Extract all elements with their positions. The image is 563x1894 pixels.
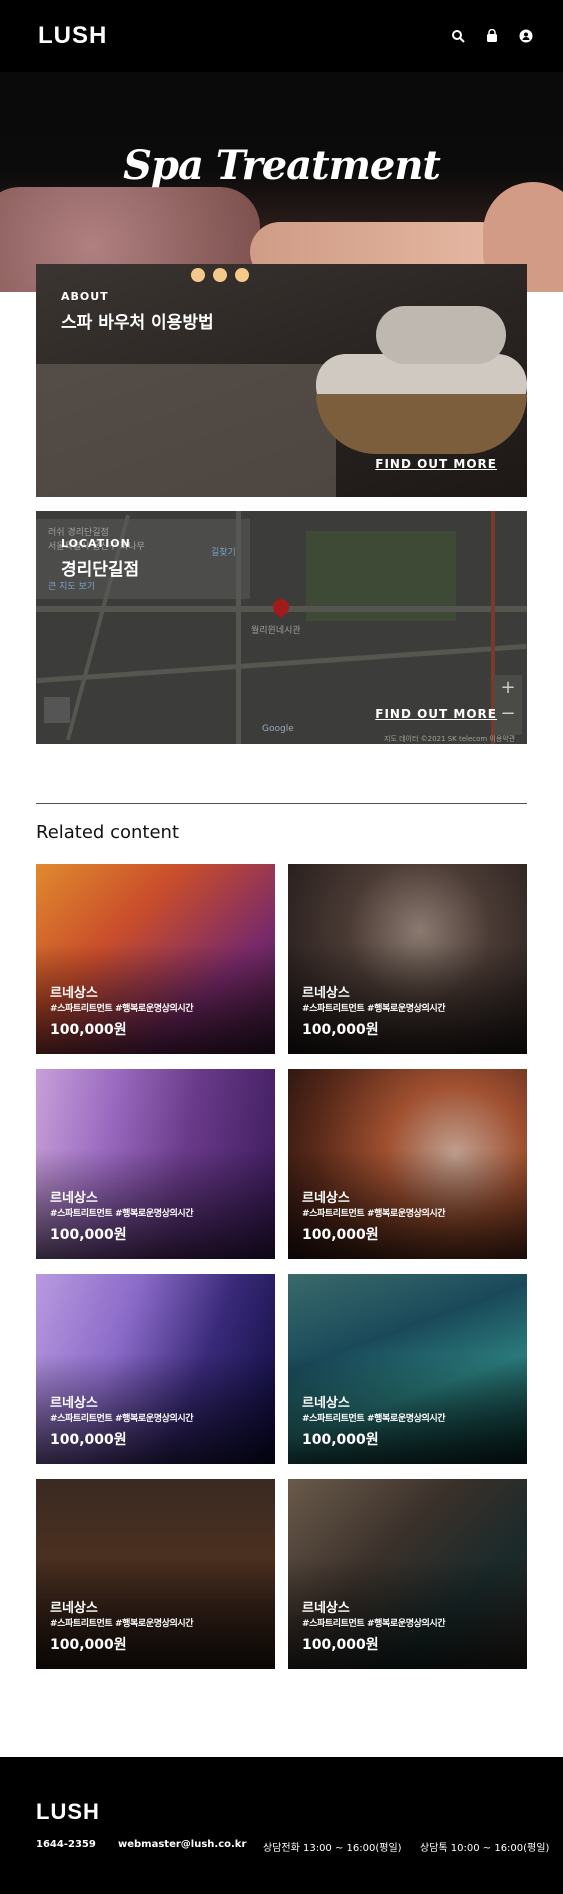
related-card[interactable]: 르네상스 #스파트리트먼트 #행복로운명상의시간 100,000원 <box>36 1274 275 1464</box>
card-tags: #스파트리트먼트 #행복로운명상의시간 <box>302 1414 446 1424</box>
footer-phone: 1644-2359 <box>36 1839 96 1850</box>
hero-banner: Spa Treatment <box>0 72 563 292</box>
card-name: 르네상스 <box>50 1396 98 1411</box>
site-header: LUSH <box>0 0 563 72</box>
related-card[interactable]: 르네상스 #스파트리트먼트 #행복로운명상의시간 100,000원 <box>288 864 527 1054</box>
card-price: 100,000원 <box>302 1022 379 1038</box>
map-larger-map-link[interactable]: 큰 지도 보기 <box>48 579 95 592</box>
card-title: 경리단길점 <box>61 560 140 580</box>
card-price: 100,000원 <box>50 1022 127 1038</box>
map-satellite-thumbnail[interactable] <box>44 697 70 723</box>
card-tags: #스파트리트먼트 #행복로운명상의시간 <box>50 1414 194 1424</box>
card-price: 100,000원 <box>302 1432 379 1448</box>
zoom-in-icon[interactable]: + <box>494 675 522 701</box>
search-icon[interactable] <box>451 28 465 43</box>
footer-consult-chat: 상담톡 10:00 ~ 16:00(평일) <box>420 1843 550 1854</box>
map-road <box>36 643 527 684</box>
card-price: 100,000원 <box>302 1227 379 1243</box>
related-card[interactable]: 르네상스 #스파트리트먼트 #행복로운명상의시간 100,000원 <box>36 864 275 1054</box>
map-pin-icon[interactable] <box>269 595 293 619</box>
card-tags: #스파트리트먼트 #행복로운명상의시간 <box>50 1004 194 1014</box>
footer-email[interactable]: webmaster@lush.co.kr <box>118 1839 246 1850</box>
card-name: 르네상스 <box>302 986 350 1001</box>
card-name: 르네상스 <box>302 1396 350 1411</box>
related-card[interactable]: 르네상스 #스파트리트먼트 #행복로운명상의시간 100,000원 <box>36 1479 275 1669</box>
section-divider <box>36 803 527 804</box>
card-name: 르네상스 <box>302 1191 350 1206</box>
zoom-controls[interactable]: + − <box>494 675 522 735</box>
card-tags: #스파트리트먼트 #행복로운명상의시간 <box>50 1619 194 1629</box>
card-price: 100,000원 <box>302 1637 379 1653</box>
lush-logo[interactable]: LUSH <box>38 22 107 50</box>
related-card[interactable]: 르네상스 #스파트리트먼트 #행복로운명상의시간 100,000원 <box>288 1069 527 1259</box>
about-card[interactable]: ABOUT 스파 바우처 이용방법 FIND OUT MORE <box>36 264 527 497</box>
card-label: LOCATION <box>61 537 131 550</box>
spa-bed-image <box>36 364 336 497</box>
card-tags: #스파트리트먼트 #행복로운명상의시간 <box>50 1209 194 1219</box>
card-price: 100,000원 <box>50 1432 127 1448</box>
card-name: 르네상스 <box>50 1191 98 1206</box>
card-price: 100,000원 <box>50 1227 127 1243</box>
location-card[interactable]: 러쉬 경리단길점 서울특별시 용산구 회나무 길찾기 큰 지도 보기 월리윈네시… <box>36 511 527 744</box>
related-card[interactable]: 르네상스 #스파트리트먼트 #행복로운명상의시간 100,000원 <box>288 1274 527 1464</box>
user-icon[interactable] <box>519 28 533 43</box>
card-label: ABOUT <box>61 290 109 303</box>
site-footer: LUSH 1644-2359 webmaster@lush.co.kr 상담전화… <box>0 1757 563 1894</box>
map-attribution: 지도 데이터 ©2021 SK telecom 이용약관 <box>384 735 516 743</box>
find-out-more-link[interactable]: FIND OUT MORE <box>375 707 497 721</box>
find-out-more-link[interactable]: FIND OUT MORE <box>375 457 497 471</box>
card-tags: #스파트리트먼트 #행복로운명상의시간 <box>302 1209 446 1219</box>
candles-image <box>191 268 261 286</box>
card-name: 르네상스 <box>302 1601 350 1616</box>
map-pin-label: 월리윈네시관 <box>251 626 301 636</box>
card-price: 100,000원 <box>50 1637 127 1653</box>
map-directions-link[interactable]: 길찾기 <box>211 545 236 558</box>
related-card[interactable]: 르네상스 #스파트리트먼트 #행복로운명상의시간 100,000원 <box>36 1069 275 1259</box>
card-tags: #스파트리트먼트 #행복로운명상의시간 <box>302 1619 446 1629</box>
google-logo: Google <box>262 724 294 734</box>
card-name: 르네상스 <box>50 986 98 1001</box>
towel-image <box>376 306 506 364</box>
card-tags: #스파트리트먼트 #행복로운명상의시간 <box>302 1004 446 1014</box>
related-card[interactable]: 르네상스 #스파트리트먼트 #행복로운명상의시간 100,000원 <box>288 1479 527 1669</box>
hero-title: Spa Treatment <box>123 142 441 189</box>
related-content-title: Related content <box>36 822 179 843</box>
footer-consult-phone: 상담전화 13:00 ~ 16:00(평일) <box>263 1843 402 1854</box>
bag-icon[interactable] <box>485 28 499 42</box>
basket-image <box>316 394 527 454</box>
card-name: 르네상스 <box>50 1601 98 1616</box>
card-title: 스파 바우처 이용방법 <box>61 313 214 333</box>
zoom-out-icon[interactable]: − <box>494 701 522 727</box>
footer-logo[interactable]: LUSH <box>36 1799 100 1825</box>
